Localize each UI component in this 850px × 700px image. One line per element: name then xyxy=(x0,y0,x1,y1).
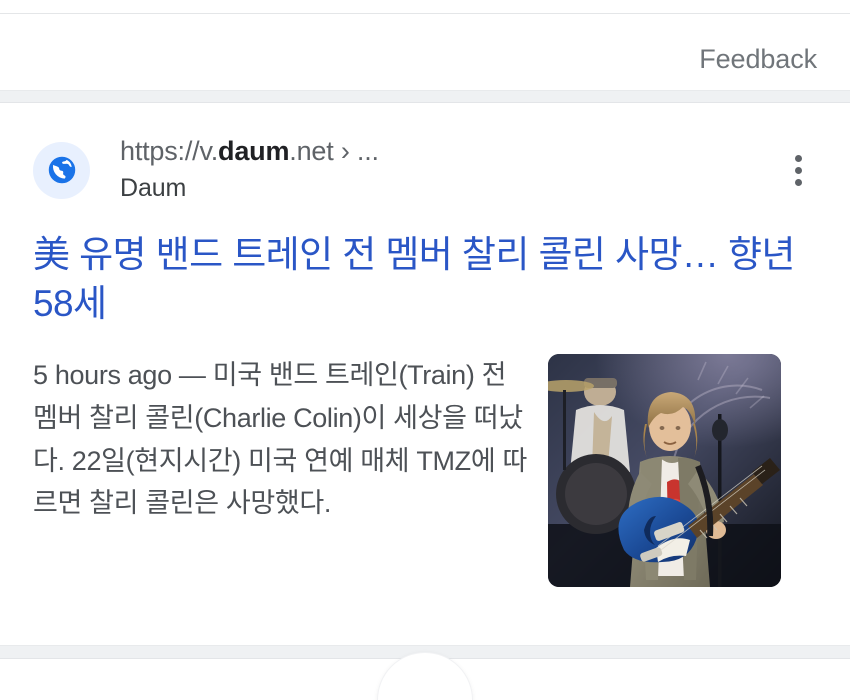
url-tld: .net xyxy=(289,136,334,167)
url-prefix: https://v. xyxy=(120,136,219,167)
globe-icon xyxy=(33,141,90,199)
feedback-link[interactable]: Feedback xyxy=(699,46,817,73)
result-source-row: https://v.daum.net › ... Daum xyxy=(33,136,817,202)
result-source-text: https://v.daum.net › ... Daum xyxy=(120,136,379,203)
kebab-dot xyxy=(794,154,802,162)
result-thumbnail[interactable] xyxy=(548,354,781,588)
search-result-card[interactable]: https://v.daum.net › ... Daum 美 유명 밴드 트레… xyxy=(0,104,850,645)
site-name: Daum xyxy=(120,174,187,203)
url-breadcrumb: › ... xyxy=(333,136,379,167)
kebab-dot xyxy=(794,178,802,186)
feedback-bar: Feedback xyxy=(0,14,850,90)
result-snippet: 5 hours ago — 미국 밴드 트레인(Train) 전 멤버 찰리 콜… xyxy=(33,360,527,519)
floating-action-button[interactable] xyxy=(377,652,473,700)
result-title-link[interactable]: 美 유명 밴드 트레인 전 멤버 찰리 콜린 사망… 향년 58세 xyxy=(33,230,817,328)
kebab-dot xyxy=(794,166,802,174)
url-host: daum xyxy=(218,136,290,167)
result-url[interactable]: https://v.daum.net › ... xyxy=(120,136,379,168)
section-separator-top xyxy=(0,90,850,103)
kebab-menu-icon[interactable] xyxy=(781,149,815,191)
result-body: 5 hours ago — 미국 밴드 트레인(Train) 전 멤버 찰리 콜… xyxy=(33,354,817,588)
